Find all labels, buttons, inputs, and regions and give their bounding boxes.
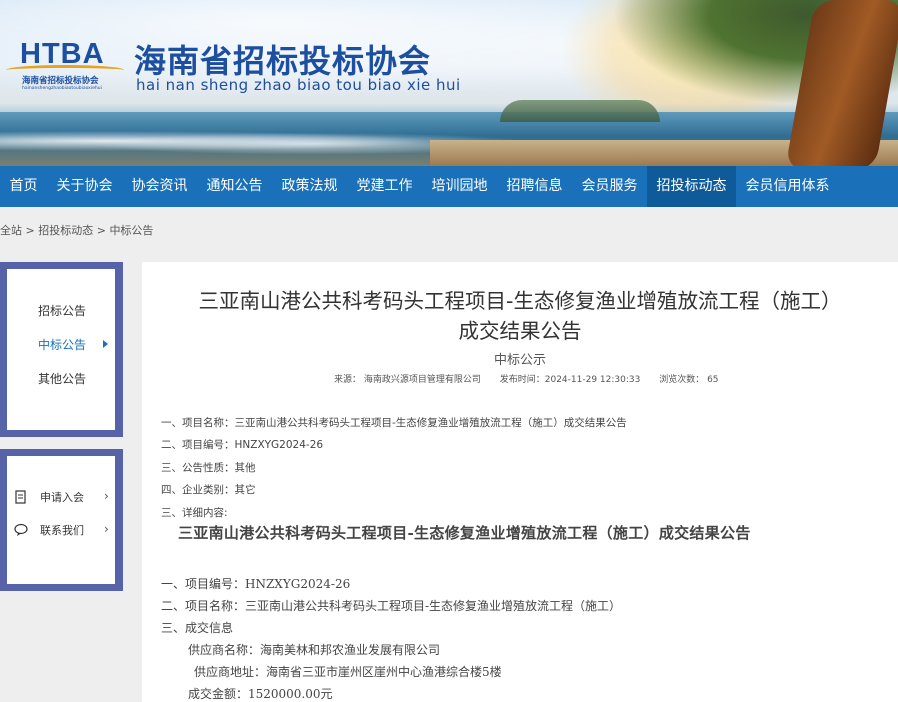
article-publish-time: 发布时间：2024-11-29 12:30:33	[499, 375, 641, 385]
nav-item-training[interactable]: 培训园地	[422, 166, 497, 207]
body-line: 一、项目编号：HNZXYG2024-26	[161, 577, 351, 591]
article-meta: 来源： 海南政兴源项目管理有限公司 发布时间：2024-11-29 12:30:…	[334, 372, 735, 385]
nav-item-party[interactable]: 党建工作	[347, 166, 422, 207]
breadcrumb-separator: >	[96, 224, 106, 237]
field-project-name: 一、项目名称：三亚南山港公共科考码头工程项目-生态修复渔业增殖放流工程（施工）成…	[161, 417, 627, 429]
sidebar-item-tender-notices[interactable]: 招标公告	[38, 302, 86, 319]
article-panel: 三亚南山港公共科考码头工程项目-生态修复渔业增殖放流工程（施工） 成交结果公告 …	[142, 262, 898, 702]
breadcrumb-bidding-news[interactable]: 招投标动态	[38, 224, 93, 237]
document-icon	[15, 490, 26, 504]
chevron-right-icon: ›	[104, 522, 109, 536]
field-company-type: 四、企业类别：其它	[161, 484, 256, 496]
field-notice-type: 三、公告性质：其他	[161, 462, 256, 474]
article-subtitle: 中标公示	[493, 353, 546, 368]
nav-item-bidding-news[interactable]: 招投标动态	[647, 166, 736, 207]
nav-item-about[interactable]: 关于协会	[47, 166, 122, 207]
body-heading: 三亚南山港公共科考码头工程项目-生态修复渔业增殖放流工程（施工）成交结果公告	[178, 524, 751, 542]
article-title-line-1: 三亚南山港公共科考码头工程项目-生态修复渔业增殖放流工程（施工）	[198, 289, 842, 313]
site-pinyin: hai nan sheng zhao biao tou biao xie hui	[136, 76, 461, 94]
breadcrumb-home[interactable]: 全站	[0, 224, 22, 237]
sidebar-item-other-notices[interactable]: 其他公告	[38, 370, 86, 387]
logo-chinese-name: 海南省招标投标协会	[22, 76, 99, 86]
body-line: 三、成交信息	[161, 621, 234, 635]
body-line: 供应商地址：海南省三亚市崖州区崖州中心渔港综合楼5楼	[194, 665, 502, 679]
article-view-count: 浏览次数： 65	[659, 375, 719, 385]
body-line: 成交金额：1520000.00元	[188, 687, 333, 701]
field-project-number: 二、项目编号：HNZXYG2024-26	[161, 439, 324, 451]
nav-item-credit-system[interactable]: 会员信用体系	[736, 166, 839, 207]
chevron-right-icon: ›	[104, 489, 109, 503]
nav-item-member-services[interactable]: 会员服务	[572, 166, 647, 207]
nav-item-home[interactable]: 首页	[0, 166, 47, 207]
breadcrumb-award-notices[interactable]: 中标公告	[109, 224, 153, 237]
body-line: 供应商名称：海南美林和邦农渔业发展有限公司	[188, 643, 441, 657]
header-banner: HTBA 海南省招标投标协会 hainanshengzhaobiaotoubia…	[0, 0, 898, 166]
site-logo[interactable]: HTBA 海南省招标投标协会 hainanshengzhaobiaotoubia…	[6, 38, 124, 94]
nav-item-jobs[interactable]: 招聘信息	[497, 166, 572, 207]
breadcrumb: 全站 > 招投标动态 > 中标公告	[0, 222, 153, 238]
service-join-label: 申请入会	[40, 491, 84, 504]
sidebar-service-join[interactable]: 申请入会	[14, 489, 84, 505]
nav-item-notices[interactable]: 通知公告	[197, 166, 272, 207]
sidebar-service-panel: 申请入会 › 联系我们 ›	[0, 449, 123, 591]
article-title: 三亚南山港公共科考码头工程项目-生态修复渔业增殖放流工程（施工） 成交结果公告	[150, 286, 890, 346]
sidebar-category-panel: 招标公告 中标公告 其他公告	[0, 262, 123, 437]
chat-icon	[14, 523, 28, 536]
sidebar-service-list	[7, 456, 115, 584]
caret-right-icon	[103, 340, 108, 348]
service-contact-label: 联系我们	[40, 524, 84, 537]
main-nav: 首页 关于协会 协会资讯 通知公告 政策法规 党建工作 培训园地 招聘信息 会员…	[0, 166, 898, 207]
nav-item-policies[interactable]: 政策法规	[272, 166, 347, 207]
sidebar-service-contact[interactable]: 联系我们	[14, 522, 84, 538]
sidebar-item-award-notices[interactable]: 中标公告	[38, 336, 86, 353]
article-title-line-2: 成交结果公告	[458, 319, 582, 343]
article-source: 来源： 海南政兴源项目管理有限公司	[334, 375, 481, 385]
field-details-heading: 三、详细内容:	[161, 507, 228, 519]
logo-pinyin-name: hainanshengzhaobiaotoubiaoxiehui	[22, 86, 102, 91]
nav-item-news[interactable]: 协会资讯	[122, 166, 197, 207]
breadcrumb-separator: >	[25, 224, 35, 237]
body-line: 二、项目名称：三亚南山港公共科考码头工程项目-生态修复渔业增殖放流工程（施工）	[161, 599, 622, 613]
